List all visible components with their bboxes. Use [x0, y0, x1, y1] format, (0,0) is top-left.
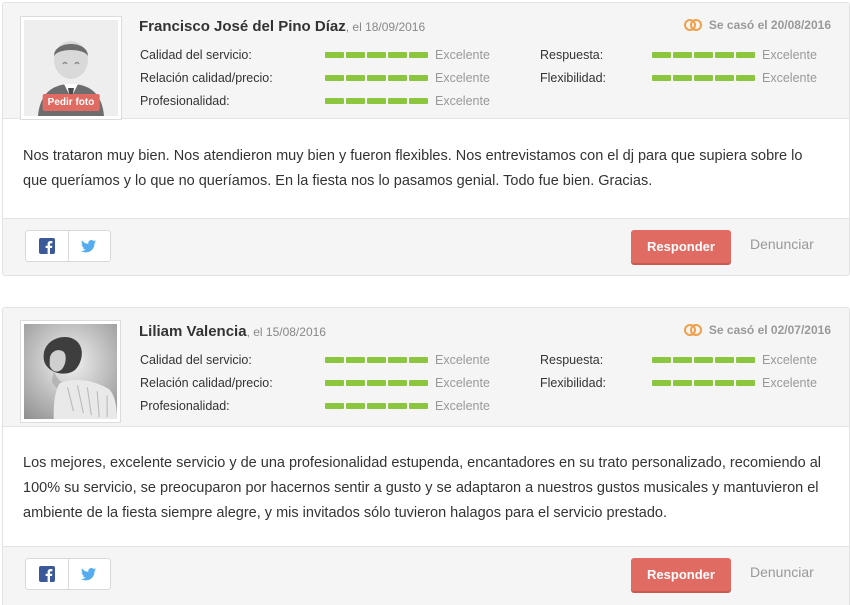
twitter-share-button[interactable]: [67, 231, 111, 261]
rating-bars: [652, 52, 755, 58]
rating-bars: [325, 98, 428, 104]
rating-value: Excelente: [435, 353, 490, 367]
rating-value: Excelente: [762, 48, 817, 62]
reply-button[interactable]: Responder: [631, 230, 731, 263]
reviewer-name: Francisco José del Pino Díaz: [139, 18, 346, 35]
facebook-share-button[interactable]: [26, 231, 68, 261]
share-buttons: [25, 558, 111, 590]
report-link[interactable]: Denunciar: [750, 564, 814, 580]
rating-value: Excelente: [435, 48, 490, 62]
married-date: Se casó el 20/08/2016: [683, 18, 831, 32]
married-date-text: Se casó el 20/08/2016: [708, 18, 831, 32]
request-photo-button[interactable]: Pedir foto: [42, 94, 100, 111]
rating-value: Excelente: [435, 71, 490, 85]
review-text: Nos trataron muy bien. Nos atendieron mu…: [23, 148, 803, 189]
rating-value: Excelente: [435, 376, 490, 390]
rating-bars: [325, 403, 428, 409]
rating-label: Respuesta:: [540, 48, 604, 62]
rating-value: Excelente: [762, 376, 817, 390]
twitter-icon: [81, 568, 97, 581]
rating-label: Flexibilidad:: [540, 71, 607, 85]
facebook-icon: [38, 566, 55, 582]
rating-bars: [652, 357, 755, 363]
review-card: Liliam Valencia, el 15/08/2016 Se casó e…: [2, 307, 850, 605]
rating-value: Excelente: [435, 94, 490, 108]
rating-bars: [652, 380, 755, 386]
rating-value: Excelente: [762, 71, 817, 85]
review-date: , el 15/08/2016: [246, 325, 326, 339]
facebook-icon: [38, 238, 55, 254]
rating-bars: [325, 380, 428, 386]
twitter-share-button[interactable]: [67, 559, 111, 589]
rating-label: Profesionalidad:: [140, 94, 230, 108]
twitter-icon: [81, 240, 97, 253]
reviewer-line: Liliam Valencia, el 15/08/2016: [139, 323, 326, 340]
rating-label: Respuesta:: [540, 353, 604, 367]
rating-label: Calidad del servicio:: [140, 48, 252, 62]
rating-bars: [325, 357, 428, 363]
rating-label: Relación calidad/precio:: [140, 376, 273, 390]
review-footer: Responder Denunciar: [3, 546, 849, 605]
reviewer-name: Liliam Valencia: [139, 323, 247, 340]
rating-bars: [325, 75, 428, 81]
review-text: Los mejores, excelente servicio y de una…: [23, 455, 821, 521]
report-link[interactable]: Denunciar: [750, 236, 814, 252]
facebook-share-button[interactable]: [26, 559, 68, 589]
reviewer-line: Francisco José del Pino Díaz, el 18/09/2…: [139, 18, 425, 35]
rating-label: Relación calidad/precio:: [140, 71, 273, 85]
reviewer-photo: [24, 324, 117, 419]
share-buttons: [25, 230, 111, 262]
married-date-text: Se casó el 02/07/2016: [708, 323, 831, 337]
reply-button[interactable]: Responder: [631, 558, 731, 591]
rating-label: Profesionalidad:: [140, 399, 230, 413]
review-date: , el 18/09/2016: [345, 20, 426, 34]
wedding-rings-icon: [683, 324, 702, 336]
review-header: Liliam Valencia, el 15/08/2016 Se casó e…: [3, 308, 849, 427]
review-header: Pedir foto Francisco José del Pino Díaz,…: [3, 3, 849, 120]
rating-value: Excelente: [762, 353, 817, 367]
review-footer: Responder Denunciar: [3, 218, 849, 275]
rating-bars: [325, 52, 428, 58]
review-card: Pedir foto Francisco José del Pino Díaz,…: [2, 2, 850, 276]
rating-value: Excelente: [435, 399, 490, 413]
rating-label: Calidad del servicio:: [140, 353, 252, 367]
avatar: [20, 320, 121, 423]
rating-label: Flexibilidad:: [540, 376, 607, 390]
rating-bars: [652, 75, 755, 81]
avatar: Pedir foto: [20, 16, 122, 120]
wedding-rings-icon: [683, 19, 702, 31]
married-date: Se casó el 02/07/2016: [683, 323, 831, 337]
